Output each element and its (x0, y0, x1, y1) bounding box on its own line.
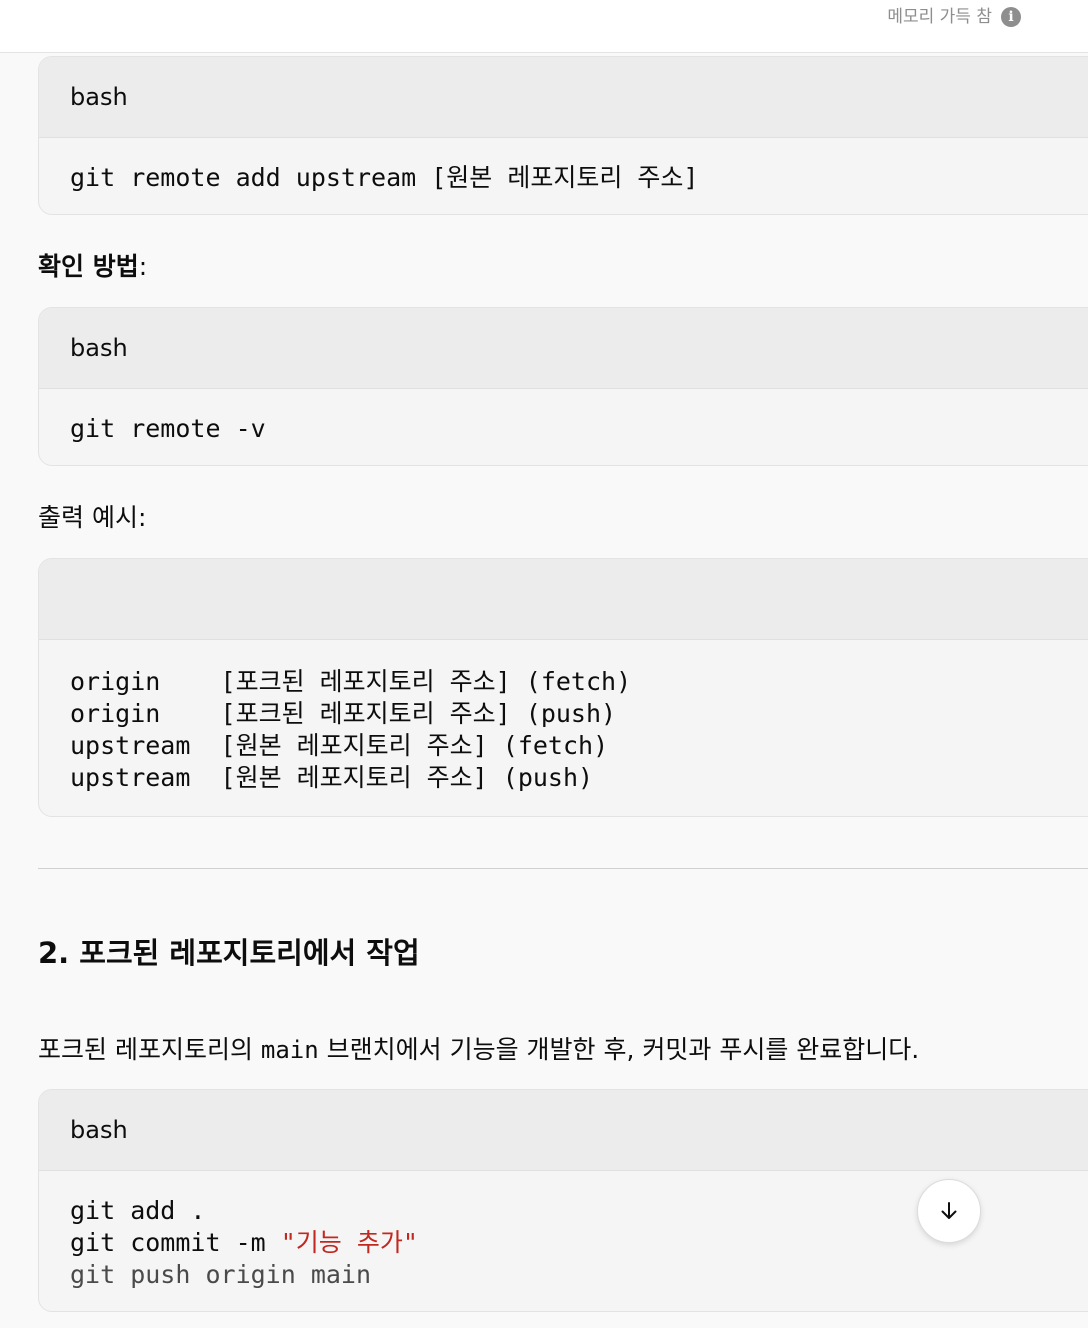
code-block-language (39, 559, 1088, 640)
code-line: git remote -v (70, 414, 266, 443)
code-block-body: git remote add upstream [원본 레포지토리 주소] (39, 138, 1088, 214)
code-line: git push origin main (70, 1260, 372, 1289)
description-text: 포크된 레포지토리의 (38, 1035, 261, 1064)
section-divider (38, 868, 1088, 869)
code-block-language: bash (39, 1090, 1088, 1171)
inline-code-main: main (260, 1036, 319, 1064)
scroll-to-bottom-button[interactable] (917, 1179, 981, 1243)
arrow-down-icon (941, 1202, 957, 1219)
verify-heading: 확인 방법: (38, 250, 147, 284)
verify-heading-label: 확인 방법 (38, 252, 139, 281)
code-block-body: origin [포크된 레포지토리 주소] (fetch) origin [포크된… (39, 640, 1088, 816)
code-block-remote-add: bash git remote add upstream [원본 레포지토리 주… (38, 56, 1088, 215)
description-text: 브랜치에서 기능을 개발한 후, 커밋과 푸시를 완료합니다. (318, 1035, 920, 1064)
code-block-language: bash (39, 308, 1088, 389)
top-bar: 메모리 가득 참 i (0, 0, 1088, 53)
code-string: "기능 추가" (280, 1228, 418, 1257)
output-heading: 출력 예시: (38, 503, 147, 532)
section-heading: 2. 포크된 레포지토리에서 작업 (38, 936, 420, 970)
code-line: origin [포크된 레포지토리 주소] (push) (70, 699, 617, 728)
memory-status-text: 메모리 가득 참 (887, 7, 992, 27)
code-block-verify: bash git remote -v (38, 307, 1088, 466)
section-description: 포크된 레포지토리의 main 브랜치에서 기능을 개발한 후, 커밋과 푸시를… (38, 1033, 919, 1067)
info-icon[interactable]: i (1001, 7, 1021, 27)
code-command: git commit -m (70, 1228, 281, 1257)
code-line: upstream [원본 레포지토리 주소] (push) (70, 763, 594, 792)
code-block-output: origin [포크된 레포지토리 주소] (fetch) origin [포크된… (38, 558, 1088, 817)
code-block-language: bash (39, 57, 1088, 138)
code-line: upstream [원본 레포지토리 주소] (fetch) (70, 731, 609, 760)
chat-content: bash git remote add upstream [원본 레포지토리 주… (0, 53, 1088, 1328)
code-line: origin [포크된 레포지토리 주소] (fetch) (70, 667, 632, 696)
code-block-body: git remote -v (39, 389, 1088, 465)
verify-heading-colon: : (138, 252, 148, 281)
code-line: git remote add upstream [원본 레포지토리 주소] (70, 163, 699, 192)
